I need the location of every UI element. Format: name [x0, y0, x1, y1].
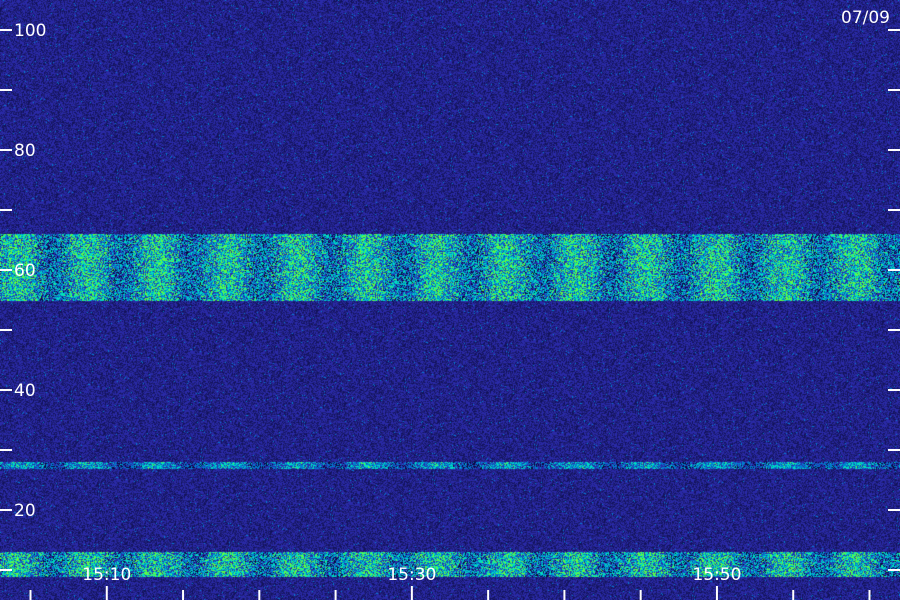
y-tick-label: 80: [14, 141, 36, 161]
x-tick-label: 15:50: [692, 565, 741, 585]
x-tick-label: 15:10: [82, 565, 131, 585]
y-tick-label: 60: [14, 261, 36, 281]
y-tick-label: 20: [14, 501, 36, 521]
y-tick-label: 100: [14, 21, 46, 41]
y-axis: 100 80 60 40 20: [0, 21, 900, 571]
y-tick-label: 40: [14, 381, 36, 401]
x-axis: 15:10 15:30 15:50: [29, 565, 871, 600]
chart-overlay: 100 80 60 40 20 15:10 15:30 15:50 07/09: [0, 8, 900, 600]
x-tick-label: 15:30: [387, 565, 436, 585]
date-label: 07/09: [841, 8, 890, 28]
